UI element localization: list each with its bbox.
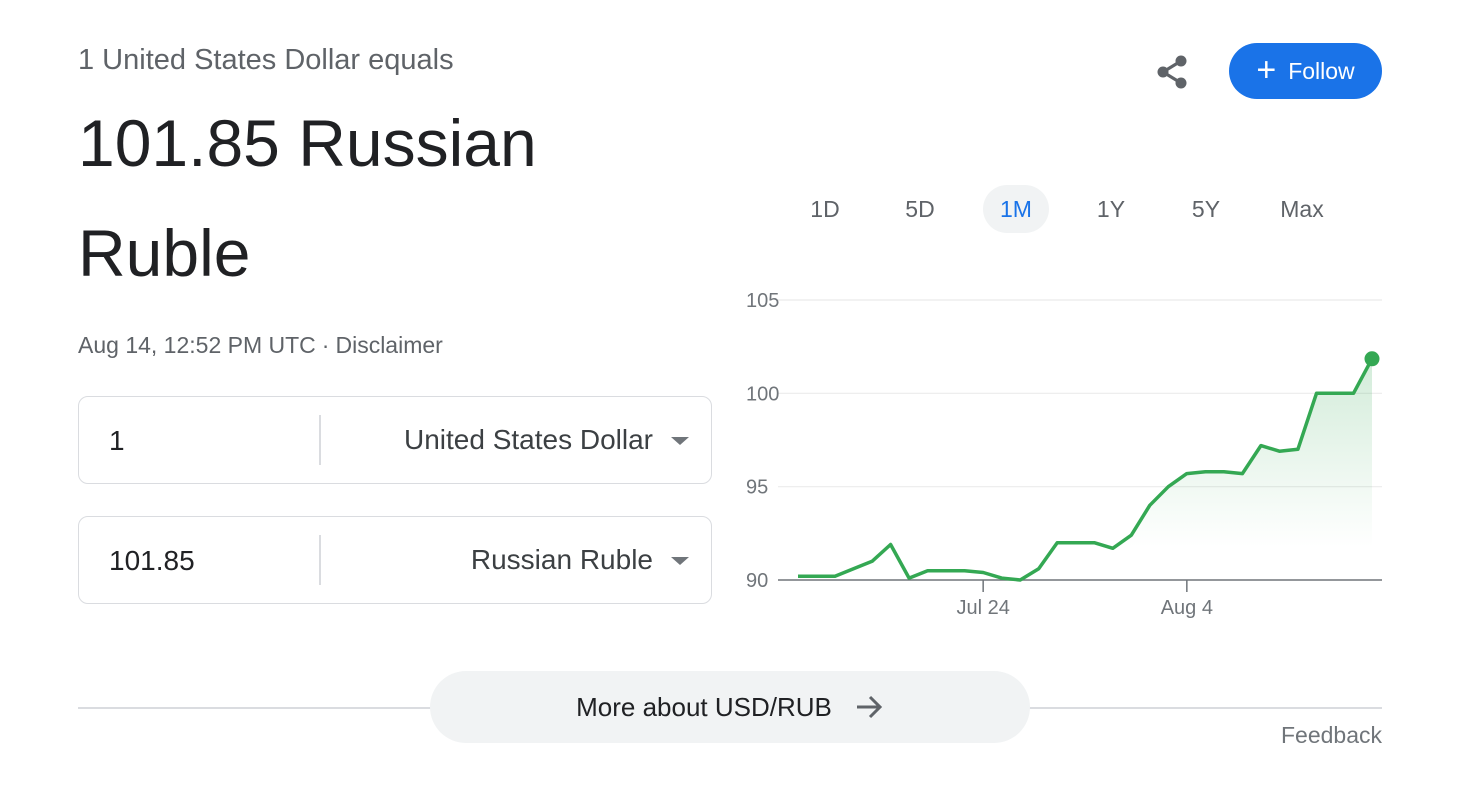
converted-value: 101.85 Russian Ruble (78, 88, 678, 308)
caret-down-icon (671, 437, 689, 445)
feedback-link[interactable]: Feedback (1281, 722, 1382, 749)
tab-1y[interactable]: 1Y (1078, 185, 1144, 233)
share-icon (1157, 55, 1187, 89)
tab-max[interactable]: Max (1269, 185, 1335, 233)
price-chart[interactable]: 105 100 95 90 Jul 24 Aug 4 (730, 280, 1410, 630)
x-tick-label: Jul 24 (956, 597, 1009, 619)
tab-1d[interactable]: 1D (792, 185, 858, 233)
current-value-dot (1364, 351, 1380, 367)
converter-from-row: United States Dollar (78, 396, 712, 484)
tab-5d[interactable]: 5D (887, 185, 953, 233)
to-currency-label: Russian Ruble (470, 544, 653, 575)
timestamp-row: Aug 14, 12:52 PM UTC · Disclaimer (78, 330, 443, 360)
y-tick-label: 105 (746, 290, 779, 312)
y-tick-label: 100 (746, 383, 779, 405)
from-currency-label: United States Dollar (403, 424, 653, 455)
to-amount-input[interactable] (107, 539, 311, 583)
tab-1m[interactable]: 1M (983, 185, 1049, 233)
from-amount-input[interactable] (107, 419, 311, 463)
x-tick-label: Aug 4 (1161, 597, 1213, 619)
divider (319, 415, 321, 465)
converter-to-row: Russian Ruble (78, 516, 712, 604)
caret-down-icon (671, 557, 689, 565)
area-fill (798, 358, 1372, 580)
follow-button[interactable]: + Follow (1229, 43, 1382, 99)
currency-converter-card: 1 United States Dollar equals 101.85 Rus… (0, 0, 1483, 804)
to-currency-select[interactable]: Russian Ruble (471, 537, 689, 583)
plus-icon: + (1256, 50, 1277, 89)
from-currency-select[interactable]: United States Dollar (404, 417, 689, 463)
separator: · (321, 332, 330, 358)
more-about-button[interactable]: More about USD/RUB (430, 671, 1030, 743)
converted-value-line-2: Ruble (78, 216, 251, 290)
disclaimer-link[interactable]: Disclaimer (335, 332, 442, 358)
converted-value-line-1: 101.85 Russian (78, 106, 537, 180)
share-button[interactable] (1146, 46, 1198, 98)
more-about-label: More about USD/RUB (576, 691, 832, 722)
divider (319, 535, 321, 585)
y-tick-label: 90 (746, 570, 768, 592)
timestamp: Aug 14, 12:52 PM UTC (78, 332, 316, 358)
y-tick-label: 95 (746, 477, 768, 499)
follow-label: Follow (1288, 57, 1355, 84)
arrow-right-icon (854, 692, 884, 722)
tab-5y[interactable]: 5Y (1173, 185, 1239, 233)
conversion-subhead: 1 United States Dollar equals (78, 44, 454, 76)
range-tabs: 1D 5D 1M 1Y 5Y Max (778, 185, 1382, 233)
